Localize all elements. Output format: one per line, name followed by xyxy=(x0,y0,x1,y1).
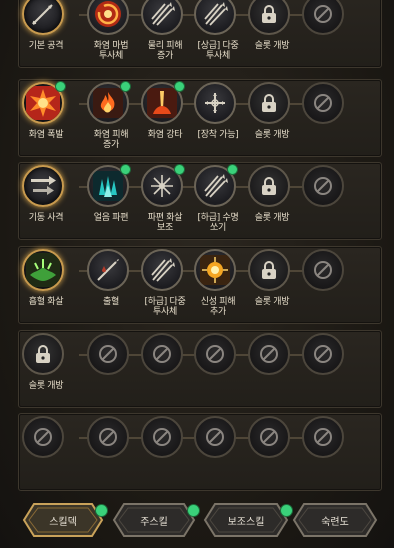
disabled-icon xyxy=(141,416,183,458)
tab-mastery[interactable]: 숙련도 xyxy=(292,502,378,538)
skill-slot xyxy=(302,249,344,291)
skill-row: 기본 공격 화염 마법 투사체 물리 피해 증가 [상급] 다중 투사체 슬롯 개방 xyxy=(18,0,382,68)
multi-arrow-icon xyxy=(194,0,236,35)
fire-swirl-icon xyxy=(87,0,129,35)
skill-slot-label: 흡혈 화살 xyxy=(28,297,64,307)
skill-slot[interactable] xyxy=(194,164,238,207)
skill-slot[interactable] xyxy=(141,164,185,207)
skill-slot[interactable] xyxy=(22,165,64,207)
disabled-icon xyxy=(194,416,236,458)
skill-slot-label: 슬롯 개방 xyxy=(28,381,64,391)
disabled-icon xyxy=(302,249,344,291)
skill-slot xyxy=(22,416,64,458)
skill-slot[interactable] xyxy=(194,0,236,35)
skill-row: 슬롯 개방 xyxy=(18,330,382,408)
skill-row: 기동 사격 얼음 파편 파편 화살 보조 [하급] 수명 쏘기 슬롯 개방 xyxy=(18,162,382,240)
dash-arrows-icon xyxy=(22,165,64,207)
tab-support-skill[interactable]: 보조스킬 xyxy=(203,502,293,538)
disabled-icon xyxy=(194,333,236,375)
skill-slot[interactable] xyxy=(22,81,66,124)
skill-row: 화염 폭발 화염 피해 증가 화염 강타 [장착 가능] 슬롯 개방 xyxy=(18,79,382,157)
notification-dot xyxy=(187,504,200,517)
skill-slot[interactable] xyxy=(87,81,131,124)
crossed-arrows-icon xyxy=(141,0,183,35)
skill-slot-label: 슬롯 개방 xyxy=(254,41,290,51)
skill-slot-label: 기본 공격 xyxy=(28,41,64,51)
vampiric-arrow-icon xyxy=(22,249,64,291)
skill-slot xyxy=(302,165,344,207)
multi-arrow-icon xyxy=(141,249,183,291)
skill-slot xyxy=(141,333,183,375)
tab-skill-deck[interactable]: 스킬덱 xyxy=(22,502,108,538)
notification-dot xyxy=(95,504,108,517)
skill-slot xyxy=(194,333,236,375)
disabled-icon xyxy=(22,416,64,458)
skill-slot[interactable] xyxy=(248,165,290,207)
skill-slot xyxy=(302,416,344,458)
skill-slot xyxy=(194,416,236,458)
notification-dot xyxy=(174,81,185,92)
skill-slot[interactable] xyxy=(141,249,183,291)
skill-slot[interactable] xyxy=(248,249,290,291)
disabled-icon xyxy=(302,333,344,375)
skill-row: 흡혈 화살 출혈 [하급] 다중 투사체 신성 피해 추가 슬롯 개방 xyxy=(18,246,382,324)
skill-slot[interactable] xyxy=(248,0,290,35)
skill-slot-label: 화염 폭발 xyxy=(28,130,64,140)
skill-slot[interactable] xyxy=(194,249,236,291)
skill-slot[interactable] xyxy=(194,82,236,124)
tab-label: 스킬덱 xyxy=(49,516,77,528)
lock-icon xyxy=(248,249,290,291)
skill-slot xyxy=(87,416,129,458)
disabled-icon xyxy=(141,333,183,375)
skill-slot xyxy=(302,0,344,35)
skill-slot xyxy=(302,82,344,124)
holy-burst-icon xyxy=(194,249,236,291)
disabled-icon xyxy=(248,416,290,458)
skill-row xyxy=(18,413,382,491)
tab-label: 숙련도 xyxy=(321,516,349,528)
skill-slot xyxy=(248,333,290,375)
skill-slot-label: 슬롯 개방 xyxy=(254,213,290,223)
skill-slot[interactable] xyxy=(87,249,129,291)
disabled-icon xyxy=(302,0,344,35)
notification-dot xyxy=(280,504,293,517)
skill-slot[interactable] xyxy=(87,164,131,207)
skill-slot[interactable] xyxy=(141,0,183,35)
notification-dot xyxy=(227,164,238,175)
skill-slot-label: 기동 사격 xyxy=(28,213,64,223)
disabled-icon xyxy=(248,333,290,375)
lock-icon xyxy=(248,82,290,124)
skill-slot-label: 슬롯 개방 xyxy=(254,130,290,140)
disabled-icon xyxy=(87,333,129,375)
notification-dot xyxy=(120,164,131,175)
disabled-icon xyxy=(302,165,344,207)
skill-slot[interactable] xyxy=(141,81,185,124)
notification-dot xyxy=(55,81,66,92)
lock-icon xyxy=(248,0,290,35)
notification-dot xyxy=(120,81,131,92)
disabled-icon xyxy=(302,416,344,458)
notification-dot xyxy=(174,164,185,175)
arrow-shot-icon xyxy=(22,0,64,35)
skill-slot xyxy=(141,416,183,458)
skill-slot[interactable] xyxy=(22,0,64,35)
disabled-icon xyxy=(87,416,129,458)
tab-main-skill[interactable]: 주스킬 xyxy=(112,502,200,538)
tab-label: 보조스킬 xyxy=(227,516,265,528)
crosshair-plus-icon xyxy=(194,82,236,124)
bleed-icon xyxy=(87,249,129,291)
skill-slot-label: 슬롯 개방 xyxy=(254,297,290,307)
tab-label: 주스킬 xyxy=(140,516,168,528)
lock-icon xyxy=(248,165,290,207)
skill-slot xyxy=(87,333,129,375)
skill-slot xyxy=(248,416,290,458)
skill-slot xyxy=(302,333,344,375)
skill-slot[interactable] xyxy=(22,249,64,291)
skill-slot[interactable] xyxy=(248,82,290,124)
lock-icon xyxy=(22,333,64,375)
skill-slot[interactable] xyxy=(87,0,129,35)
disabled-icon xyxy=(302,82,344,124)
skill-slot[interactable] xyxy=(22,333,64,375)
